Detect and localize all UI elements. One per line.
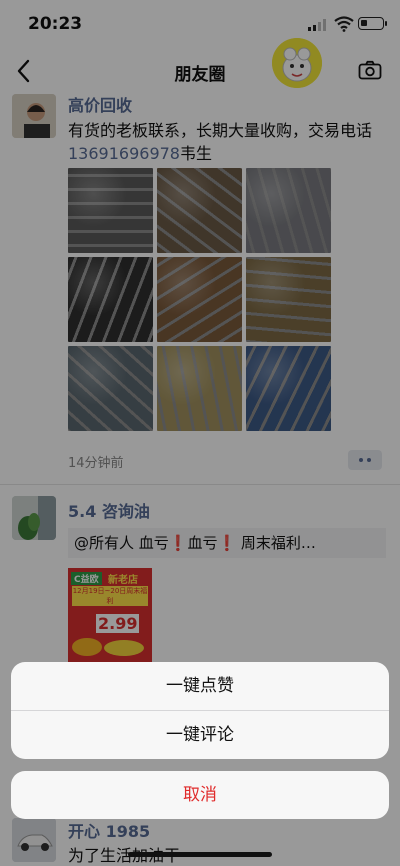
action-sheet: 一键点赞 一键评论 <box>11 662 389 759</box>
moments-page: 20:23 朋友圈 高价回收 有货的老板联系，长期大量收购，交易电话136916… <box>0 0 400 866</box>
home-indicator[interactable] <box>128 852 272 857</box>
one-click-comment-option[interactable]: 一键评论 <box>11 711 389 759</box>
one-click-like-option[interactable]: 一键点赞 <box>11 662 389 710</box>
cancel-button[interactable]: 取消 <box>11 771 389 819</box>
cancel-sheet: 取消 <box>11 771 389 819</box>
